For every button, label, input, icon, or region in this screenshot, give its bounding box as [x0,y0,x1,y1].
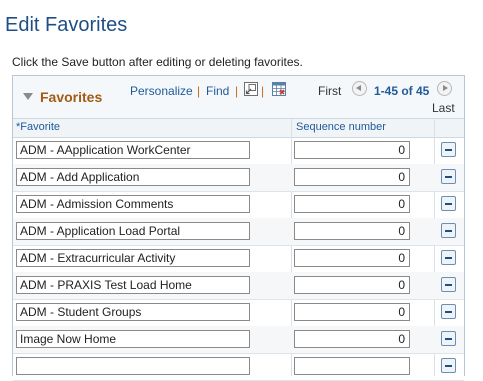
delete-row-icon[interactable] [441,250,456,265]
instruction-text: Click the Save button after editing or d… [12,55,303,69]
sequence-number-input[interactable] [294,330,410,348]
table-row [13,218,464,246]
table-row [13,299,464,327]
table-row [13,164,464,192]
table-row [13,137,464,165]
favorite-name-input[interactable] [16,222,250,240]
favorite-name-input[interactable] [16,276,250,294]
table-row [13,326,464,354]
favorite-name-input[interactable] [16,303,250,321]
grid-header-row: *Favorite Sequence number [13,118,464,138]
favorite-name-input[interactable] [16,249,250,267]
pagination-first: First [318,84,342,98]
separator: | [235,84,239,98]
page-title: Edit Favorites [5,14,128,36]
sequence-number-input[interactable] [294,222,410,240]
next-arrow-icon[interactable] [437,81,452,96]
favorites-grid: Favorites Personalize | Find | | First 1… [12,75,465,381]
delete-row-icon[interactable] [441,304,456,319]
sequence-number-input[interactable] [294,249,410,267]
separator: | [261,84,265,98]
favorite-name-input[interactable] [16,168,250,186]
grid-toolbar: Favorites Personalize | Find | | First 1… [13,76,464,118]
favorite-name-input[interactable] [16,330,250,348]
sequence-number-input[interactable] [294,195,410,213]
sequence-number-input[interactable] [294,303,410,321]
grid-title[interactable]: Favorites [40,89,102,105]
delete-row-icon[interactable] [441,331,456,346]
separator: | [197,84,201,98]
delete-row-icon[interactable] [441,223,456,238]
delete-row-icon[interactable] [441,358,456,373]
table-row [13,272,464,300]
pagination-last: Last [432,101,455,115]
delete-row-icon[interactable] [441,169,456,184]
table-row [13,245,464,273]
personalize-link[interactable]: Personalize [130,84,193,98]
column-header-sequence[interactable]: Sequence number [296,121,386,133]
pagination-range: 1-45 of 45 [374,84,430,98]
delete-row-icon[interactable] [441,196,456,211]
sequence-number-input[interactable] [294,168,410,186]
sequence-number-input[interactable] [294,276,410,294]
collapse-triangle-icon[interactable] [23,93,33,100]
delete-row-icon[interactable] [441,142,456,157]
column-header-favorite[interactable]: *Favorite [16,121,60,133]
delete-row-icon[interactable] [441,277,456,292]
find-link[interactable]: Find [206,84,229,98]
view-all-icon[interactable] [244,82,258,96]
table-row [13,191,464,219]
download-excel-icon[interactable] [272,82,286,96]
table-row [13,353,464,381]
previous-arrow-icon[interactable] [352,81,367,96]
favorite-name-input[interactable] [16,141,250,159]
sequence-number-input[interactable] [294,141,410,159]
favorite-name-input[interactable] [16,195,250,213]
